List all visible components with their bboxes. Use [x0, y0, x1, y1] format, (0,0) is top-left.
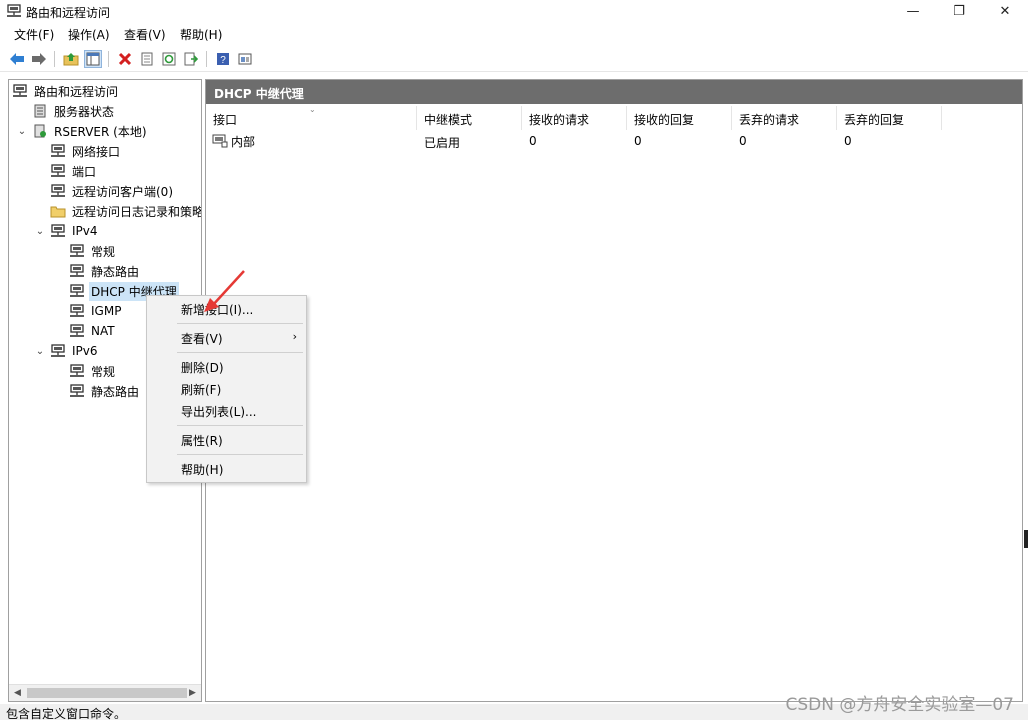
menu-item-refresh[interactable]: 刷新(F): [148, 378, 305, 400]
refresh-icon[interactable]: [160, 50, 178, 68]
table-row[interactable]: 内部 已启用 0 0 0 0: [206, 131, 1022, 151]
export-list-icon[interactable]: [182, 50, 200, 68]
menu-item-help[interactable]: 帮助(H): [148, 458, 305, 480]
tree-item-ipv4-static-routes[interactable]: 静态路由: [68, 261, 141, 281]
context-menu: 新增接口(I)... 查看(V) › 删除(D) 刷新(F) 导出列表(L)..…: [146, 295, 307, 483]
back-arrow-icon[interactable]: [8, 50, 26, 68]
routing-app-icon: [6, 4, 22, 18]
column-headers: 接口 ⌄ 中继模式 接收的请求 接收的回复 丢弃的请求 丢弃的回复: [206, 105, 1022, 130]
column-header-dropped-replies[interactable]: 丢弃的回复: [837, 106, 942, 130]
tree-horizontal-scrollbar[interactable]: ◀ ▶: [9, 684, 201, 701]
menu-help[interactable]: 帮助(H): [178, 26, 224, 43]
network-node-icon: [68, 303, 86, 319]
tree-item-server-status[interactable]: 服务器状态: [31, 101, 116, 121]
network-node-icon: [68, 363, 86, 379]
network-adapter-icon: [212, 134, 228, 148]
chevron-right-icon: ›: [292, 330, 297, 343]
scrollbar-thumb[interactable]: [27, 688, 187, 698]
cell-relay-mode: 已启用: [424, 136, 461, 150]
watermark: CSDN @方舟安全实验室—07: [785, 695, 1014, 715]
network-node-icon: [49, 143, 67, 159]
tree-item-network-interfaces[interactable]: 网络接口: [49, 141, 122, 161]
show-hide-tree-icon[interactable]: [84, 50, 102, 68]
help-icon[interactable]: ?: [214, 50, 232, 68]
tree-item-igmp[interactable]: IGMP: [68, 301, 123, 321]
content-title: DHCP 中继代理: [206, 80, 1022, 104]
tree-item-nat[interactable]: NAT: [68, 321, 117, 341]
server-network-icon: [11, 83, 29, 99]
sort-caret-icon: ⌄: [309, 105, 316, 114]
close-button[interactable]: ✕: [982, 0, 1028, 22]
server-status-icon: [31, 103, 49, 119]
tree-item-ipv6[interactable]: ⌄ IPv6: [33, 341, 100, 361]
chevron-down-icon[interactable]: ⌄: [15, 124, 29, 138]
minimize-button[interactable]: —: [890, 0, 936, 22]
menu-separator: [177, 323, 303, 324]
delete-icon[interactable]: [116, 50, 134, 68]
tree-item-ipv4[interactable]: ⌄ IPv4: [33, 221, 100, 241]
menu-item-properties[interactable]: 属性(R): [148, 429, 305, 451]
cell-recv-replies: 0: [634, 134, 642, 148]
tree-item-routing-root[interactable]: 路由和远程访问: [11, 81, 120, 101]
scroll-right-icon[interactable]: ▶: [184, 685, 201, 701]
folder-icon: [49, 203, 67, 219]
tree-item-ipv6-general[interactable]: 常规: [68, 361, 117, 381]
up-folder-icon[interactable]: [62, 50, 80, 68]
network-node-icon: [68, 263, 86, 279]
scroll-left-icon[interactable]: ◀: [9, 685, 26, 701]
chevron-down-icon[interactable]: ⌄: [33, 224, 47, 238]
status-text: 包含自定义窗口命令。: [6, 707, 127, 720]
network-node-icon: [68, 243, 86, 259]
server-local-icon: [31, 123, 49, 139]
menu-item-delete[interactable]: 删除(D): [148, 356, 305, 378]
menu-item-export-list[interactable]: 导出列表(L)...: [148, 400, 305, 422]
network-node-icon: [68, 283, 86, 299]
forward-arrow-icon[interactable]: [30, 50, 48, 68]
properties-icon[interactable]: [138, 50, 156, 68]
menu-separator: [177, 454, 303, 455]
details-pane: DHCP 中继代理 接口 ⌄ 中继模式 接收的请求 接收的回复 丢弃的请求 丢弃…: [205, 79, 1023, 702]
network-node-icon: [49, 163, 67, 179]
tree-item-rserver[interactable]: ⌄ RSERVER (本地): [15, 121, 149, 141]
cell-interface: 内部: [206, 131, 417, 151]
menu-view[interactable]: 查看(V): [122, 26, 168, 43]
network-node-icon: [49, 223, 67, 239]
network-node-icon: [49, 343, 67, 359]
window-title: 路由和远程访问: [26, 6, 111, 20]
menu-bar: 文件(F) 操作(A) 查看(V) 帮助(H): [0, 24, 1028, 44]
cell-dropped-requests: 0: [739, 134, 747, 148]
cell-recv-requests: 0: [529, 134, 537, 148]
network-node-icon: [68, 323, 86, 339]
title-bar: 路由和远程访问 — ❐ ✕: [0, 0, 1028, 22]
column-header-dropped-requests[interactable]: 丢弃的请求: [732, 106, 837, 130]
menu-action[interactable]: 操作(A): [66, 26, 112, 43]
column-header-recv-requests[interactable]: 接收的请求: [522, 106, 627, 130]
column-header-relay-mode[interactable]: 中继模式: [417, 106, 522, 130]
maximize-button[interactable]: ❐: [936, 0, 982, 22]
tree-item-ports[interactable]: 端口: [49, 161, 98, 181]
chevron-down-icon[interactable]: ⌄: [33, 344, 47, 358]
column-header-interface[interactable]: 接口 ⌄: [206, 105, 417, 130]
menu-file[interactable]: 文件(F): [12, 26, 56, 43]
toolbar: ?: [0, 46, 1028, 72]
cell-dropped-replies: 0: [844, 134, 852, 148]
console-icon[interactable]: [236, 50, 254, 68]
menu-item-view[interactable]: 查看(V) ›: [148, 327, 305, 349]
network-node-icon: [49, 183, 67, 199]
tree-item-ipv4-general[interactable]: 常规: [68, 241, 117, 261]
tree-item-remote-clients[interactable]: 远程访问客户端(0): [49, 181, 175, 201]
window-edge: [1024, 530, 1028, 548]
tree-item-ipv6-static-routes[interactable]: 静态路由: [68, 381, 141, 401]
menu-separator: [177, 352, 303, 353]
column-header-recv-replies[interactable]: 接收的回复: [627, 106, 732, 130]
annotation-arrow-icon: [204, 270, 245, 312]
menu-separator: [177, 425, 303, 426]
tree-item-logging-policy[interactable]: 远程访问日志记录和策略: [49, 201, 201, 221]
network-node-icon: [68, 383, 86, 399]
svg-text:?: ?: [220, 55, 226, 66]
